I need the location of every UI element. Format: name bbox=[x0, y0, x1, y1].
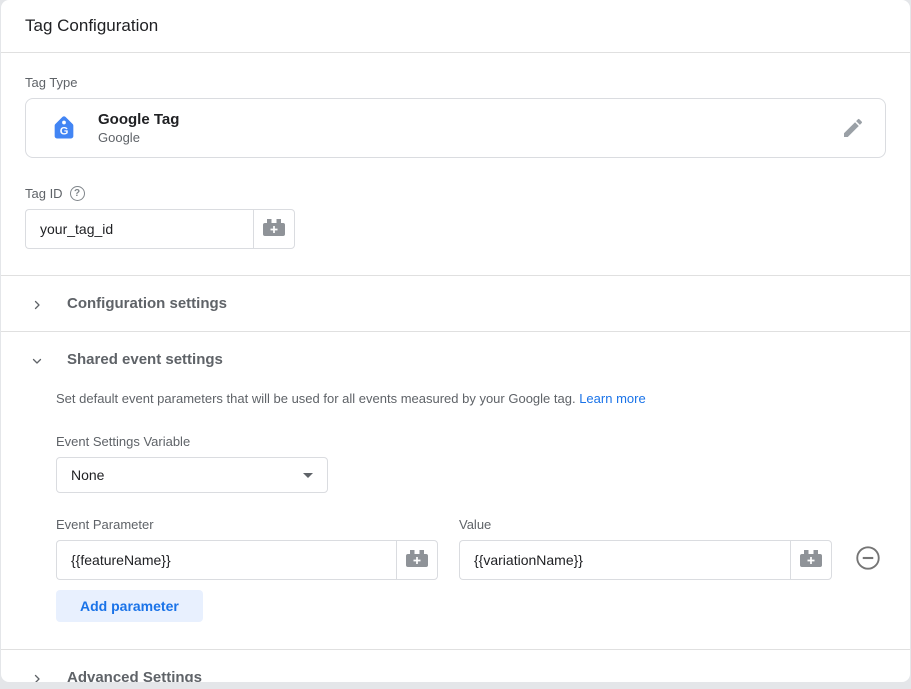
brick-plus-icon bbox=[800, 550, 822, 570]
panel-header: Tag Configuration bbox=[1, 0, 910, 53]
caret-down-icon bbox=[303, 473, 313, 478]
event-settings-variable-label: Event Settings Variable bbox=[56, 434, 886, 449]
tag-type-label: Tag Type bbox=[25, 75, 886, 90]
google-tag-icon: G bbox=[50, 114, 78, 142]
event-parameter-header: Event Parameter bbox=[56, 517, 438, 532]
value-variable-picker-button[interactable] bbox=[790, 540, 832, 580]
value-input-group bbox=[459, 540, 832, 580]
chevron-down-icon bbox=[31, 354, 43, 366]
minus-circle-icon bbox=[854, 560, 882, 575]
section-label: Configuration settings bbox=[67, 295, 227, 312]
parameter-variable-picker-button[interactable] bbox=[396, 540, 438, 580]
shared-event-settings-content: Set default event parameters that will b… bbox=[25, 387, 886, 649]
brick-plus-icon bbox=[263, 219, 285, 239]
section-label: Shared event settings bbox=[67, 351, 223, 368]
chevron-right-icon bbox=[31, 672, 43, 683]
tag-type-text: Google Tag Google bbox=[98, 111, 841, 145]
section-configuration-settings[interactable]: Configuration settings bbox=[25, 276, 886, 331]
edit-pencil-icon[interactable] bbox=[841, 116, 865, 140]
value-header: Value bbox=[459, 517, 832, 532]
tag-id-label: Tag ID bbox=[25, 186, 63, 201]
tag-type-name: Google Tag bbox=[98, 111, 841, 128]
tag-id-variable-picker-button[interactable] bbox=[253, 209, 295, 249]
dropdown-selected-value: None bbox=[71, 467, 104, 483]
description-text: Set default event parameters that will b… bbox=[56, 391, 576, 406]
learn-more-link[interactable]: Learn more bbox=[579, 391, 645, 406]
tag-type-card[interactable]: G Google Tag Google bbox=[25, 98, 886, 158]
parameter-row: Event Parameter bbox=[56, 517, 886, 580]
tag-configuration-panel: Tag Configuration Tag Type G Google Tag … bbox=[1, 0, 910, 682]
brick-plus-icon bbox=[406, 550, 428, 570]
tag-id-input-group bbox=[25, 209, 295, 249]
event-parameter-input-group bbox=[56, 540, 438, 580]
help-icon[interactable]: ? bbox=[70, 186, 85, 201]
section-shared-event-settings[interactable]: Shared event settings bbox=[25, 332, 886, 387]
page-title: Tag Configuration bbox=[25, 16, 158, 36]
tag-id-input[interactable] bbox=[25, 209, 253, 249]
section-advanced-settings[interactable]: Advanced Settings bbox=[25, 650, 886, 682]
svg-text:G: G bbox=[60, 126, 69, 138]
tag-id-label-row: Tag ID ? bbox=[25, 186, 886, 201]
event-parameter-input[interactable] bbox=[56, 540, 396, 580]
add-parameter-button[interactable]: Add parameter bbox=[56, 590, 203, 622]
event-settings-variable-dropdown[interactable]: None bbox=[56, 457, 328, 493]
section-label: Advanced Settings bbox=[67, 669, 202, 682]
shared-event-description: Set default event parameters that will b… bbox=[56, 391, 886, 406]
tag-type-vendor: Google bbox=[98, 130, 841, 145]
chevron-right-icon bbox=[31, 298, 43, 310]
remove-parameter-button[interactable] bbox=[854, 544, 882, 572]
value-input[interactable] bbox=[459, 540, 790, 580]
